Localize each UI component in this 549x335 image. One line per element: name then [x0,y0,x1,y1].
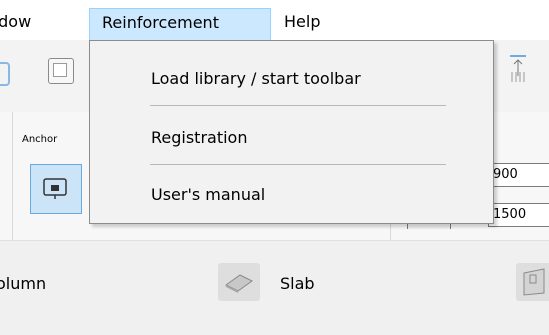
menu-help[interactable]: Help [278,9,326,35]
select-box-icon[interactable] [48,58,74,84]
anchor-label: Anchor [22,134,58,145]
slab-icon[interactable] [218,263,260,301]
anchor-icon [43,178,67,199]
dimension-field-2[interactable]: 1500 [488,203,549,227]
element-ribbon: olumn Slab [0,240,549,335]
dimension-field-1[interactable]: 900 [488,163,549,187]
panel-divider [12,112,13,240]
arrow-up-icon[interactable] [506,54,530,84]
menu-separator [150,164,446,165]
menu-reinforcement[interactable]: Reinforcement [89,8,271,40]
menu-separator [150,105,446,106]
slab-button-label[interactable]: Slab [280,274,315,293]
wall-icon[interactable] [516,263,549,301]
menu-item-users-manual[interactable]: User's manual [90,175,493,215]
column-button-label[interactable]: olumn [0,274,46,293]
toolbar-frame-icon[interactable] [0,62,10,86]
reinforcement-dropdown-menu: Load library / start toolbar Registratio… [89,40,494,224]
menu-item-registration[interactable]: Registration [90,118,493,158]
anchor-button[interactable] [30,164,82,214]
menu-item-load-library[interactable]: Load library / start toolbar [90,59,493,99]
menu-bar: ndow Reinforcement Help [0,0,549,40]
menu-window[interactable]: ndow [0,9,37,35]
